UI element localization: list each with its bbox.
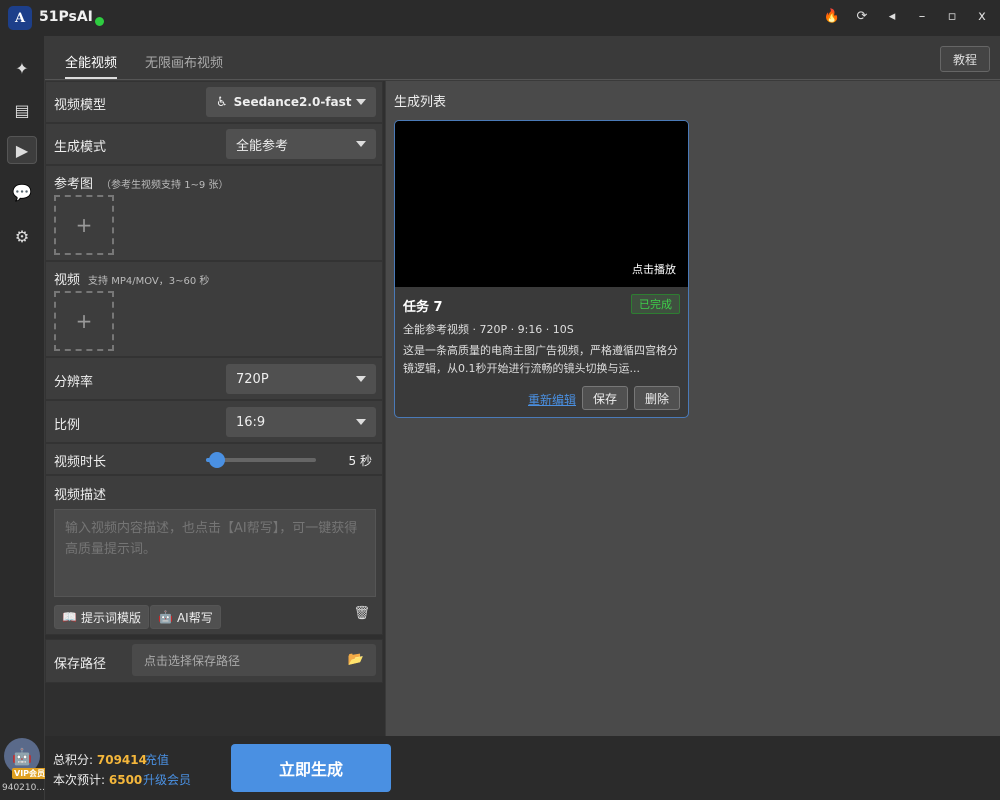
description-input[interactable] xyxy=(54,509,376,597)
generation-list-panel: 生成列表 点击播放 任务 7 已完成 全能参考视频 · 720P · 9:16 … xyxy=(386,81,1000,736)
description-label: 视频描述 xyxy=(54,488,107,503)
play-hint: 点击播放 xyxy=(632,263,676,276)
task-description: 这是一条高质量的电商主图广告视频，严格遵循四宫格分镜逻辑，从0.1秒开始进行流畅… xyxy=(403,344,678,375)
model-label: 视频模型 xyxy=(54,98,107,113)
model-row: 视频模型 ♿ Seedance2.0-fast xyxy=(45,81,383,123)
video-upload[interactable]: + xyxy=(54,291,114,351)
video-preview[interactable]: 点击播放 xyxy=(395,121,688,287)
total-points-value: 709414 xyxy=(96,753,147,767)
recharge-link[interactable]: 充值 xyxy=(145,751,169,768)
book-icon: 📖 xyxy=(62,610,77,624)
user-settings-icon[interactable]: ⚙ xyxy=(7,222,37,250)
refresh-icon[interactable]: ⟳ xyxy=(854,7,870,25)
video-hint: 支持 MP4/MOV，3~60 秒 xyxy=(88,276,210,287)
duration-label: 视频时长 xyxy=(54,455,107,470)
chevron-down-icon xyxy=(356,376,366,382)
reference-image-row: 参考图 （参考生视频支持 1~9 张） + xyxy=(45,165,383,261)
close-icon[interactable]: x xyxy=(974,7,990,25)
reference-hint: （参考生视频支持 1~9 张） xyxy=(101,180,229,191)
pin-icon[interactable]: ◂ xyxy=(884,7,900,25)
upgrade-link[interactable]: 升级会员 xyxy=(143,771,191,788)
estimate-label: 本次预计: xyxy=(53,773,106,787)
user-id: 940210... xyxy=(2,783,45,793)
tab-infinite-canvas-video[interactable]: 无限画布视频 xyxy=(145,52,223,77)
save-path-placeholder: 点击选择保存路径 xyxy=(144,653,241,668)
vip-badge: VIP会员 xyxy=(12,768,48,779)
resolution-select[interactable]: 720P xyxy=(226,364,376,394)
duration-slider-handle[interactable] xyxy=(209,452,225,468)
description-row: 视频描述 📖提示词模版 🤖AI帮写 🗑 xyxy=(45,475,383,635)
prompt-template-label: 提示词模版 xyxy=(80,610,141,625)
ratio-select[interactable]: 16:9 xyxy=(226,407,376,437)
footer-bar: 总积分: 709414 充值 本次预计: 6500 升级会员 立即生成 xyxy=(45,736,1000,800)
fire-icon[interactable]: 🔥 xyxy=(824,7,840,25)
title-bar: A 51PsAI 🔥 ⟳ ◂ – ▫ x xyxy=(0,0,1000,36)
generation-list-title: 生成列表 xyxy=(394,95,447,110)
ai-write-label: AI帮写 xyxy=(176,610,213,625)
duration-value: 5 秒 xyxy=(348,454,372,468)
settings-panel: 视频模型 ♿ Seedance2.0-fast 生成模式 全能参考 参考图 （参考… xyxy=(45,81,385,736)
reference-label: 参考图 xyxy=(54,177,94,192)
model-icon: ♿ xyxy=(216,94,228,110)
duration-slider[interactable] xyxy=(206,452,316,468)
video-camera-icon[interactable]: ▶ xyxy=(7,136,37,164)
app-name: 51PsAI xyxy=(39,9,93,25)
estimate-value: 6500 xyxy=(108,773,143,787)
maximize-icon[interactable]: ▫ xyxy=(944,7,960,25)
task-card[interactable]: 点击播放 任务 7 已完成 全能参考视频 · 720P · 9:16 · 10S… xyxy=(394,120,689,418)
save-button[interactable]: 保存 xyxy=(582,386,628,410)
mode-label: 生成模式 xyxy=(54,140,107,155)
duration-row: 视频时长 5 秒 xyxy=(45,443,383,475)
ai-write-button[interactable]: 🤖 AI帮写 xyxy=(150,605,221,629)
video-label: 视频 xyxy=(54,273,81,288)
save-path-label: 保存路径 xyxy=(54,657,107,672)
save-path-row: 保存路径 点击选择保存路径 📂 xyxy=(45,639,383,683)
reedit-link[interactable]: 重新编辑 xyxy=(528,391,576,408)
minimize-icon[interactable]: – xyxy=(914,7,930,25)
status-badge: 已完成 xyxy=(631,294,680,314)
video-row: 视频 支持 MP4/MOV，3~60 秒 + xyxy=(45,261,383,357)
sidebar: ✦ ▤ ▶ 💬 ⚙ xyxy=(0,36,44,800)
folder-icon[interactable]: 📂 xyxy=(348,652,364,667)
mode-select[interactable]: 全能参考 xyxy=(226,129,376,159)
image-stack-icon[interactable]: ▤ xyxy=(7,96,37,124)
tab-bar: 全能视频 无限画布视频 教程 xyxy=(45,36,1000,80)
app-logo-icon: A xyxy=(8,6,32,30)
chevron-down-icon xyxy=(356,419,366,425)
chevron-down-icon xyxy=(356,141,366,147)
tutorial-button[interactable]: 教程 xyxy=(940,46,990,72)
reference-image-upload[interactable]: + xyxy=(54,195,114,255)
tab-all-video[interactable]: 全能视频 xyxy=(65,52,118,79)
resolution-label: 分辨率 xyxy=(54,375,94,390)
prompt-template-button[interactable]: 📖 提示词模版 xyxy=(54,605,149,629)
save-path-input[interactable]: 点击选择保存路径 📂 xyxy=(132,644,376,676)
chevron-down-icon xyxy=(356,99,366,105)
delete-button[interactable]: 删除 xyxy=(634,386,680,410)
mode-row: 生成模式 全能参考 xyxy=(45,123,383,165)
chat-bubbles-icon[interactable]: 💬 xyxy=(7,178,37,206)
ratio-value: 16:9 xyxy=(236,414,266,430)
total-points-label: 总积分: xyxy=(53,753,94,767)
mode-value: 全能参考 xyxy=(236,138,289,154)
model-select[interactable]: ♿ Seedance2.0-fast xyxy=(206,87,376,117)
clear-trash-icon[interactable]: 🗑 xyxy=(353,606,370,621)
ratio-label: 比例 xyxy=(54,418,81,433)
resolution-value: 720P xyxy=(236,371,269,387)
online-status-dot xyxy=(95,17,104,26)
model-value: Seedance2.0-fast xyxy=(233,95,352,109)
task-meta: 全能参考视频 · 720P · 9:16 · 10S xyxy=(403,323,574,336)
resolution-row: 分辨率 720P xyxy=(45,357,383,400)
magic-wand-icon[interactable]: ✦ xyxy=(7,54,37,82)
generate-button[interactable]: 立即生成 xyxy=(231,744,391,792)
task-name: 任务 7 xyxy=(403,300,443,315)
ratio-row: 比例 16:9 xyxy=(45,400,383,443)
ai-icon: 🤖 xyxy=(158,610,173,624)
